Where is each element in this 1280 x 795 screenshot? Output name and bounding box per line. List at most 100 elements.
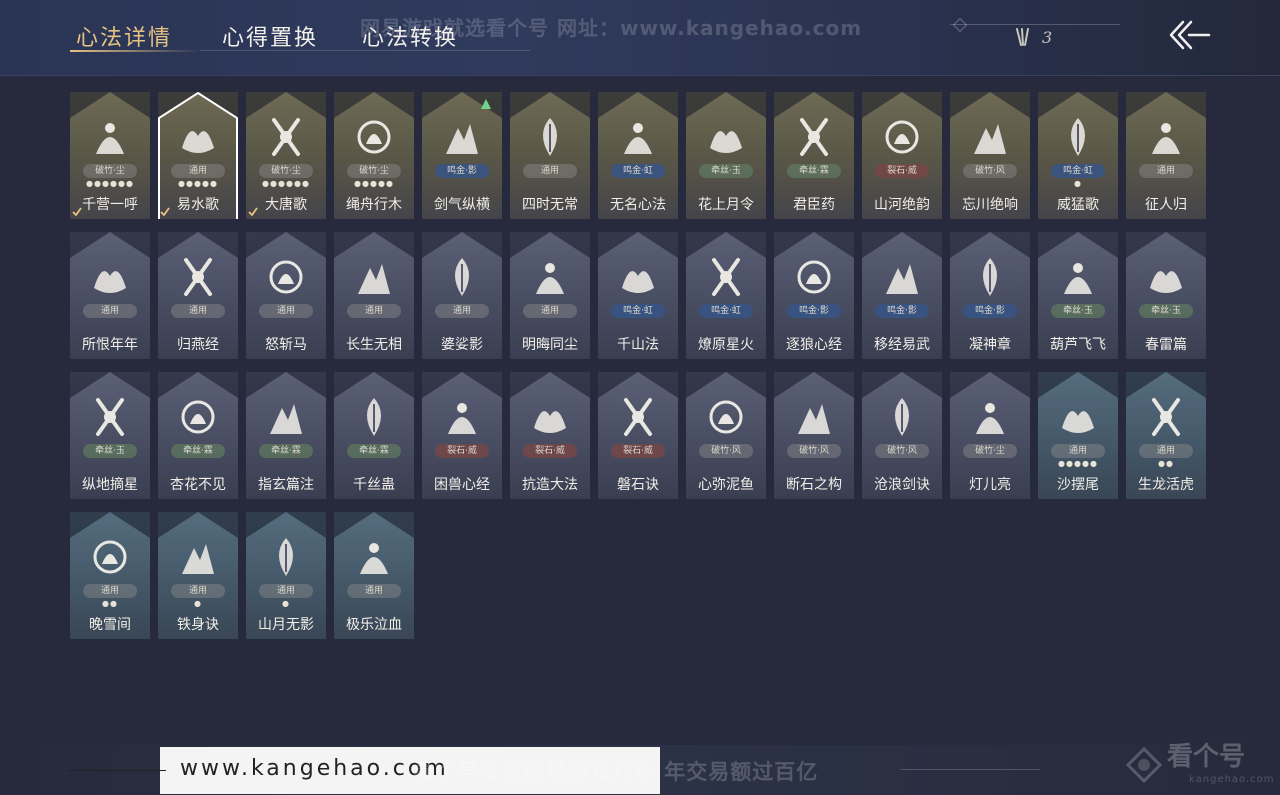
- yinyang-icon: [270, 404, 302, 434]
- xinfa-card[interactable]: 牵丝·玉 花上月令: [686, 92, 766, 219]
- xinfa-card[interactable]: 鸣金·虹 千山法: [598, 232, 678, 359]
- card-school-badge: 牵丝·霖: [259, 444, 313, 458]
- xinfa-card[interactable]: 牵丝·玉 葫芦飞飞: [1038, 232, 1118, 359]
- card-school-badge: 鸣金·虹: [1051, 164, 1105, 178]
- xinfa-card[interactable]: 通用 所恨年年: [70, 232, 150, 359]
- card-name: 长生无相: [346, 337, 402, 353]
- xinfa-card[interactable]: 通用 四时无常: [510, 92, 590, 219]
- card-name: 归燕经: [177, 337, 219, 353]
- xinfa-card[interactable]: 破竹·风 忘川绝响: [950, 92, 1030, 219]
- xinfa-card[interactable]: 通用 征人归: [1126, 92, 1206, 219]
- leaf-icon: [543, 118, 557, 156]
- xinfa-card[interactable]: 牵丝·霖 君臣药: [774, 92, 854, 219]
- xinfa-card[interactable]: 通用 归燕经: [158, 232, 238, 359]
- card-level-dots: [950, 320, 1030, 328]
- xinfa-card[interactable]: 通用 ●● 晚雪间: [70, 512, 150, 639]
- card-school-badge: 通用: [171, 164, 225, 178]
- xinfa-card[interactable]: 鸣金·虹 无名心法: [598, 92, 678, 219]
- card-level-dots: [686, 180, 766, 188]
- xinfa-card[interactable]: 裂石·威 磐石诀: [598, 372, 678, 499]
- xinfa-card[interactable]: 破竹·尘 ●●●●●● 千营一呼: [70, 92, 150, 219]
- tab-xinfa-details[interactable]: 心法详情: [76, 20, 172, 52]
- xinfa-card[interactable]: 通用 长生无相: [334, 232, 414, 359]
- card-school-badge: 鸣金·虹: [611, 304, 665, 318]
- xinfa-card[interactable]: 鸣金·影 剑气纵横: [422, 92, 502, 219]
- xinfa-card[interactable]: 破竹·尘 灯儿亮: [950, 372, 1030, 499]
- card-school-badge: 通用: [523, 164, 577, 178]
- card-school-badge: 鸣金·影: [787, 304, 841, 318]
- xinfa-card[interactable]: 通用 ●●●●● 易水歌: [158, 92, 238, 219]
- bird-icon: [1152, 123, 1180, 154]
- card-level-dots: [70, 460, 150, 468]
- xinfa-card[interactable]: 破竹·尘 ●●●●●● 大唐歌: [246, 92, 326, 219]
- card-level-dots: ●●: [102, 599, 118, 608]
- back-arrow-icon[interactable]: [1165, 18, 1211, 52]
- card-name: 四时无常: [522, 197, 578, 213]
- xinfa-card[interactable]: 鸣金·虹 燎原星火: [686, 232, 766, 359]
- card-level-dots: [422, 460, 502, 468]
- card-name: 山月无影: [258, 617, 314, 633]
- card-level-dots: [158, 460, 238, 468]
- card-name: 明晦同尘: [522, 337, 578, 353]
- xinfa-card[interactable]: 通用 极乐泣血: [334, 512, 414, 639]
- card-level-dots: ●●●●●●: [86, 179, 134, 188]
- card-name: 威猛歌: [1057, 197, 1099, 213]
- card-level-dots: ●●●●●: [178, 179, 218, 188]
- card-school-badge: 牵丝·玉: [83, 444, 137, 458]
- equipped-check-icon: [72, 207, 82, 217]
- palace-icon: [272, 118, 300, 156]
- swallow-icon: [184, 258, 212, 296]
- xinfa-card[interactable]: 破竹·风 心弥泥鱼: [686, 372, 766, 499]
- xinfa-card[interactable]: 牵丝·霖 指玄篇注: [246, 372, 326, 499]
- xinfa-card[interactable]: 通用 ● 铁身诀: [158, 512, 238, 639]
- xinfa-card[interactable]: 鸣金·虹 ● 威猛歌: [1038, 92, 1118, 219]
- card-name: 沙摆尾: [1057, 477, 1099, 493]
- herb-icon: [800, 118, 828, 156]
- xinfa-card[interactable]: 破竹·尘 ●●●●● 绳舟行木: [334, 92, 414, 219]
- xinfa-card[interactable]: 牵丝·霖 千丝蛊: [334, 372, 414, 499]
- card-level-dots: [862, 460, 942, 468]
- card-name: 无名心法: [610, 197, 666, 213]
- tab-xinde-exchange[interactable]: 心得置换: [222, 20, 318, 52]
- xinfa-card[interactable]: 牵丝·玉 春雷篇: [1126, 232, 1206, 359]
- card-level-dots: [510, 460, 590, 468]
- card-name: 生龙活虎: [1138, 477, 1194, 493]
- scythe-icon: [712, 258, 740, 296]
- bottom-watermark: 看个号专业网易游戏八年 年交易额过百亿: [414, 760, 819, 784]
- xinfa-card[interactable]: 牵丝·玉 纵地摘星: [70, 372, 150, 499]
- xinfa-card[interactable]: 通用 ●● 生龙活虎: [1126, 372, 1206, 499]
- card-name: 葫芦飞飞: [1050, 337, 1106, 353]
- xinfa-card[interactable]: 裂石·威 困兽心经: [422, 372, 502, 499]
- lantern-icon: [976, 403, 1004, 434]
- xinfa-card[interactable]: 通用 明晦同尘: [510, 232, 590, 359]
- card-name: 沧浪剑诀: [874, 477, 930, 493]
- card-level-dots: [686, 460, 766, 468]
- xinfa-card[interactable]: 通用 ●●●●● 沙摆尾: [1038, 372, 1118, 499]
- xinfa-card[interactable]: 鸣金·影 逐狼心经: [774, 232, 854, 359]
- card-name: 磐石诀: [617, 477, 659, 493]
- xinfa-card[interactable]: 鸣金·影 凝神章: [950, 232, 1030, 359]
- logo-text: 看个号: [1167, 742, 1246, 772]
- xinfa-card[interactable]: 通用 ● 山月无影: [246, 512, 326, 639]
- xinfa-card[interactable]: 破竹·风 断石之构: [774, 372, 854, 499]
- xinfa-card[interactable]: 通用 婆娑影: [422, 232, 502, 359]
- card-level-dots: [334, 320, 414, 328]
- bottom-url-text: www.kangehao.com: [180, 756, 449, 781]
- card-school-badge: 破竹·尘: [347, 164, 401, 178]
- feather-icon: [367, 398, 381, 436]
- bow-icon: [983, 258, 997, 296]
- xinfa-card[interactable]: 破竹·风 沧浪剑诀: [862, 372, 942, 499]
- card-name: 绳舟行木: [346, 197, 402, 213]
- card-level-dots: [950, 180, 1030, 188]
- xinfa-card[interactable]: 裂石·威 抗造大法: [510, 372, 590, 499]
- xinfa-card[interactable]: 鸣金·影 移经易武: [862, 232, 942, 359]
- sword-icon: [624, 123, 652, 154]
- top-deco-line: [950, 24, 1120, 25]
- drum-icon: [448, 403, 476, 434]
- xinfa-card[interactable]: 牵丝·霖 杏花不见: [158, 372, 238, 499]
- peaks-icon: [622, 271, 654, 293]
- bottom-url-line: [68, 770, 166, 771]
- card-name: 极乐泣血: [346, 617, 402, 633]
- xinfa-card[interactable]: 裂石·威 山河绝韵: [862, 92, 942, 219]
- xinfa-card[interactable]: 通用 怒斩马: [246, 232, 326, 359]
